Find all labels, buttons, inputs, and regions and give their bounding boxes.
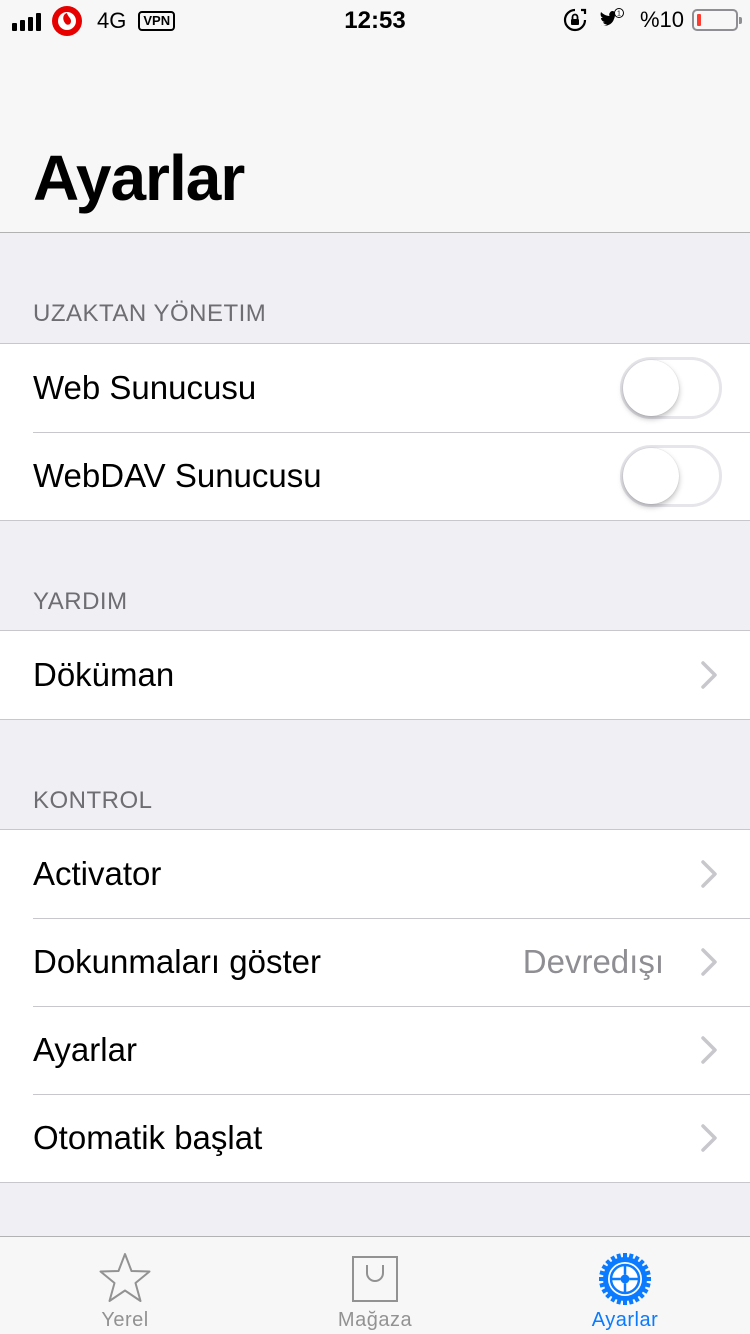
tab-settings[interactable]: Ayarlar xyxy=(500,1237,750,1334)
battery-level xyxy=(697,14,701,26)
webdav-server-toggle[interactable] xyxy=(620,445,722,507)
chevron-right-icon xyxy=(701,661,717,689)
section-header-remote: UZAKTAN YÖNETIM xyxy=(33,300,267,327)
page-title: Ayarlar xyxy=(33,142,245,214)
tab-store[interactable]: Mağaza xyxy=(250,1237,500,1334)
chevron-right-icon xyxy=(701,860,717,888)
battery-icon xyxy=(692,9,742,31)
tab-settings-label: Ayarlar xyxy=(591,1309,659,1331)
web-server-label: Web Sunucusu xyxy=(33,369,257,406)
group-control: Activator Dokunmaları göster Devredışı A… xyxy=(0,829,750,1183)
group-help: Döküman xyxy=(0,630,750,720)
tab-bar: Yerel Mağaza Ayarlar xyxy=(0,1236,750,1334)
battery-percent: %10 xyxy=(639,7,684,32)
show-touches-row[interactable]: Dokunmaları göster Devredışı xyxy=(0,918,750,1006)
twitter-notification-icon: 1 xyxy=(599,8,624,26)
group-remote: Web Sunucusu WebDAV Sunucusu xyxy=(0,343,750,521)
webdav-server-row[interactable]: WebDAV Sunucusu xyxy=(0,432,750,520)
status-right: 1 %10 xyxy=(562,5,742,35)
gear-icon xyxy=(599,1253,651,1305)
autostart-label: Otomatik başlat xyxy=(33,1119,263,1156)
autostart-row[interactable]: Otomatik başlat xyxy=(0,1094,750,1182)
chevron-right-icon xyxy=(701,1036,717,1064)
toggle-knob xyxy=(623,360,679,416)
activator-row[interactable]: Activator xyxy=(0,830,750,918)
store-bag-icon xyxy=(352,1256,398,1302)
tab-local-label: Yerel xyxy=(101,1309,149,1331)
settings-row[interactable]: Ayarlar xyxy=(0,1006,750,1094)
toggle-knob xyxy=(623,448,679,504)
status-bar: 4G VPN 12:53 1 %10 xyxy=(0,0,750,40)
star-icon xyxy=(99,1253,151,1302)
show-touches-label: Dokunmaları göster xyxy=(33,943,321,980)
chevron-right-icon xyxy=(701,1124,717,1152)
section-header-help: YARDIM xyxy=(33,588,128,615)
web-server-row[interactable]: Web Sunucusu xyxy=(0,344,750,432)
docs-row[interactable]: Döküman xyxy=(0,631,750,719)
rotation-lock-icon xyxy=(563,8,587,32)
section-header-control: KONTROL xyxy=(33,787,153,814)
chevron-right-icon xyxy=(701,948,717,976)
web-server-toggle[interactable] xyxy=(620,357,722,419)
notification-count: 1 xyxy=(617,11,621,18)
navigation-header: Ayarlar xyxy=(0,40,750,233)
activator-label: Activator xyxy=(33,855,162,892)
tab-store-label: Mağaza xyxy=(337,1309,413,1331)
show-touches-value: Devredışı xyxy=(522,943,664,980)
webdav-server-label: WebDAV Sunucusu xyxy=(33,457,322,494)
settings-label: Ayarlar xyxy=(33,1031,137,1068)
docs-label: Döküman xyxy=(33,656,175,693)
tab-local[interactable]: Yerel xyxy=(0,1237,250,1334)
